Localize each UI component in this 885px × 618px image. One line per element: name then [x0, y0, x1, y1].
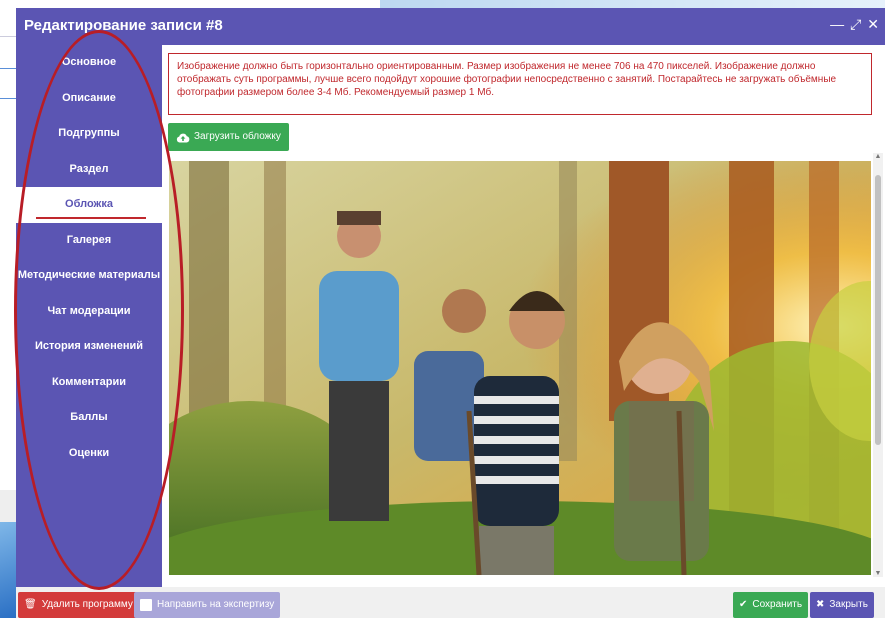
background-divider — [0, 68, 16, 69]
delete-program-label: Удалить программу — [41, 599, 133, 610]
dialog-titlebar: Редактирование записи #8 — ⤢ ✕ — [16, 8, 885, 45]
minimize-icon[interactable]: — — [830, 16, 844, 33]
sidebar-item-cover[interactable]: Обложка — [16, 187, 162, 223]
sidebar-item-description[interactable]: Описание — [16, 81, 162, 117]
scroll-down-icon[interactable]: ▼ — [873, 570, 883, 577]
trash-icon: 🗑 — [24, 599, 37, 610]
document-icon — [140, 599, 152, 611]
sidebar-item-comments[interactable]: Комментарии — [16, 365, 162, 401]
sidebar-item-history[interactable]: История изменений — [16, 329, 162, 365]
delete-program-button[interactable]: 🗑 Удалить программу — [18, 592, 139, 618]
background-divider — [0, 36, 16, 37]
close-button[interactable]: ✖ Закрыть — [810, 592, 874, 618]
maximize-icon[interactable]: ⤢ — [850, 16, 861, 33]
sidebar-item-points[interactable]: Баллы — [16, 400, 162, 436]
dialog-title: Редактирование записи #8 — [24, 17, 223, 34]
dialog-footer: 🗑 Удалить программу Направить на эксперт… — [16, 587, 885, 618]
check-icon: ✔ — [739, 599, 748, 610]
content-scrollbar[interactable]: ▲ ▼ — [873, 153, 883, 577]
send-to-expertise-button[interactable]: Направить на экспертизу — [134, 592, 281, 618]
cloud-upload-icon — [176, 133, 190, 142]
background-panel — [0, 490, 16, 522]
background-divider — [0, 98, 16, 99]
sidebar-item-section[interactable]: Раздел — [16, 152, 162, 188]
sidebar-item-gallery[interactable]: Галерея — [16, 223, 162, 259]
background-decoration — [0, 522, 16, 618]
scroll-thumb[interactable] — [875, 175, 881, 445]
sidebar-item-main[interactable]: Основное — [16, 45, 162, 81]
background-decoration — [380, 0, 885, 8]
close-x-icon: ✖ — [816, 599, 825, 610]
save-label: Сохранить — [752, 599, 803, 610]
upload-cover-button[interactable]: Загрузить обложку — [168, 123, 289, 151]
sidebar-item-subgroups[interactable]: Подгруппы — [16, 116, 162, 152]
sidebar-item-ratings[interactable]: Оценки — [16, 436, 162, 472]
sidebar-item-moderation-chat[interactable]: Чат модерации — [16, 294, 162, 330]
edit-record-dialog: Редактирование записи #8 — ⤢ ✕ Основное … — [16, 8, 885, 618]
send-to-expertise-label: Направить на экспертизу — [157, 599, 275, 610]
image-requirements-alert: Изображение должно быть горизонтально ор… — [168, 53, 872, 115]
close-label: Закрыть — [829, 599, 868, 610]
content-panel: Изображение должно быть горизонтально ор… — [162, 45, 885, 587]
upload-cover-label: Загрузить обложку — [194, 131, 281, 142]
sidebar: Основное Описание Подгруппы Раздел Облож… — [16, 45, 162, 587]
scroll-up-icon[interactable]: ▲ — [873, 153, 883, 160]
sidebar-item-materials[interactable]: Методические материалы — [16, 258, 162, 294]
close-icon[interactable]: ✕ — [867, 16, 879, 33]
save-button[interactable]: ✔ Сохранить — [733, 592, 809, 618]
cover-image — [169, 161, 871, 575]
window-controls: — ⤢ ✕ — [830, 16, 879, 33]
